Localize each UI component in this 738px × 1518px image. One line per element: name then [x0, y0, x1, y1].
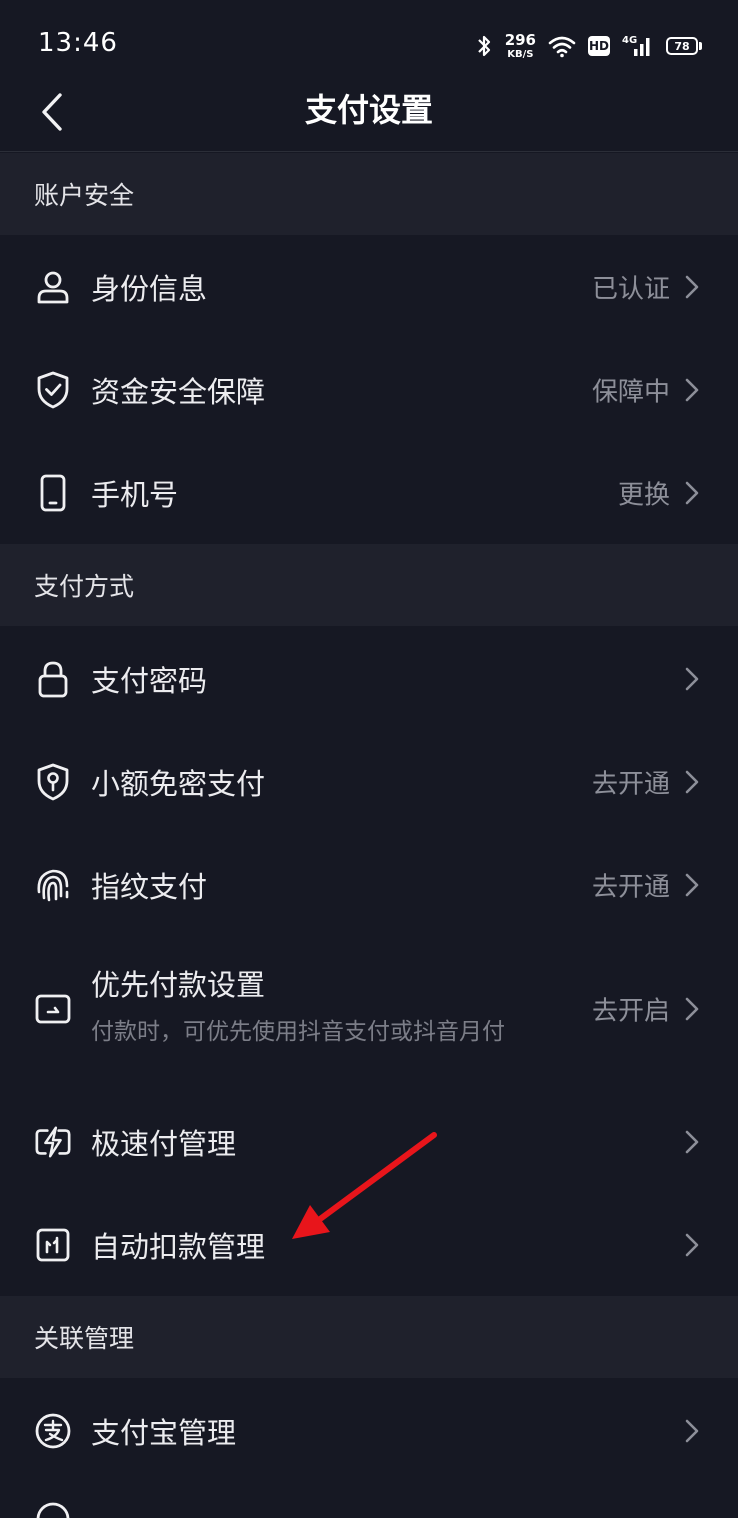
section-header-payment-methods: 支付方式 [0, 544, 738, 626]
row-label: 极速付管理 [91, 1126, 237, 1161]
section-header-linked-management: 关联管理 [0, 1296, 738, 1378]
network-speed-unit: KB/S [507, 48, 534, 60]
chevron-right-icon [682, 479, 702, 507]
hd-badge: HD [588, 36, 610, 56]
fingerprint-icon [34, 866, 72, 904]
chevron-right-icon [682, 871, 702, 899]
red-arrow-icon [292, 1132, 437, 1239]
wifi-icon [548, 34, 576, 58]
row-value: 去开启 [591, 996, 670, 1027]
cellular-signal-icon: 4G [622, 33, 654, 59]
row-identity-info[interactable]: 身份信息 已认证 [0, 235, 738, 338]
bluetooth-icon [475, 33, 493, 59]
section-title: 关联管理 [34, 1324, 135, 1353]
row-value: 去开通 [591, 769, 670, 799]
section-title: 支付方式 [34, 572, 135, 601]
section-title: 账户安全 [34, 181, 135, 210]
row-label: 指纹支付 [91, 869, 208, 904]
battery-indicator: 78 [666, 37, 702, 55]
shield-key-icon [34, 763, 72, 801]
row-fund-security[interactable]: 资金安全保障 保障中 [0, 338, 738, 441]
row-alipay-management[interactable]: 支付宝管理 [0, 1379, 738, 1482]
person-icon [34, 268, 72, 306]
row-partial-next-item[interactable] [0, 1482, 738, 1518]
status-time: 13:46 [38, 28, 118, 58]
row-label: 自动扣款管理 [91, 1229, 266, 1264]
network-speed: 296 KB/S [504, 30, 536, 60]
status-icons: 296 KB/S HD 4G 78 [475, 30, 702, 62]
chevron-right-icon [682, 1417, 702, 1445]
page-title: 支付设置 [304, 91, 433, 129]
section-header-account-security: 账户安全 [0, 153, 738, 235]
lightning-card-icon [34, 1123, 72, 1161]
chevron-right-icon [682, 1231, 702, 1259]
row-label: 身份信息 [91, 271, 208, 306]
row-small-password-free[interactable]: 小额免密支付 去开通 [0, 730, 738, 833]
row-phone-number[interactable]: 手机号 更换 [0, 441, 738, 544]
row-value: 已认证 [591, 274, 670, 304]
row-priority-payment[interactable]: 优先付款设置 付款时，可优先使用抖音支付或抖音月付 去开启 [0, 936, 738, 1082]
chevron-right-icon [682, 273, 702, 301]
phone-icon [34, 474, 72, 512]
row-fingerprint-payment[interactable]: 指纹支付 去开通 [0, 833, 738, 936]
chevron-right-icon [682, 376, 702, 404]
chevron-right-icon [682, 768, 702, 796]
row-value: 保障中 [591, 377, 670, 407]
shield-check-icon [34, 371, 72, 409]
lock-icon [34, 660, 72, 698]
alipay-icon [34, 1412, 72, 1450]
chevron-right-icon [682, 1128, 702, 1156]
network-type: 4G [622, 35, 637, 46]
row-label: 支付密码 [91, 663, 208, 698]
row-value: 去开通 [591, 872, 670, 902]
partial-row-icon [34, 1500, 72, 1518]
battery-level: 78 [666, 37, 698, 55]
auto-debit-icon [34, 1226, 72, 1264]
row-payment-password[interactable]: 支付密码 [0, 627, 738, 730]
priority-payment-icon [34, 990, 72, 1028]
network-speed-value: 296 [504, 30, 536, 49]
row-label: 支付宝管理 [91, 1415, 237, 1450]
row-label: 资金安全保障 [91, 374, 266, 409]
chevron-right-icon [682, 665, 702, 693]
row-label: 小额免密支付 [91, 766, 266, 801]
chevron-right-icon [682, 995, 702, 1023]
row-value: 更换 [617, 480, 670, 510]
payment-settings-screen: 13:46 296 KB/S HD 4G 78 支付设置 账户安全 身份信息 已… [0, 0, 738, 1518]
status-bar: 13:46 296 KB/S HD 4G 78 [0, 0, 738, 86]
row-subtitle: 付款时，可优先使用抖音支付或抖音月付 [91, 1019, 505, 1045]
row-label: 手机号 [91, 477, 179, 512]
navigation-header: 支付设置 [0, 86, 738, 152]
row-label: 优先付款设置 [91, 968, 266, 1002]
